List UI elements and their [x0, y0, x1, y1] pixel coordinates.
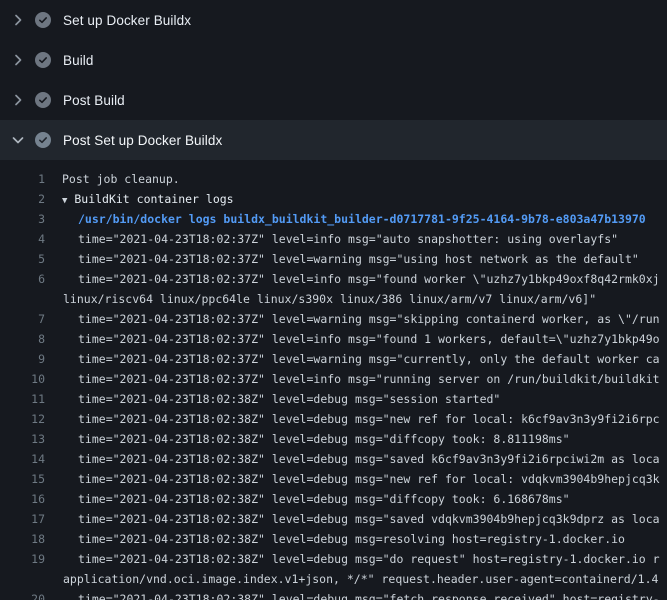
log-message: time="2021-04-23T18:02:37Z" level=info m…	[45, 269, 660, 289]
line-number[interactable]: 19	[0, 549, 45, 569]
workflow-log-viewer: Set up Docker Buildx Build Post Build	[0, 0, 667, 600]
log-line: application/vnd.oci.image.index.v1+json,…	[0, 569, 667, 589]
log-message: time="2021-04-23T18:02:38Z" level=debug …	[45, 409, 660, 429]
log-line: 4time="2021-04-23T18:02:37Z" level=info …	[0, 229, 667, 249]
log-line: 12time="2021-04-23T18:02:38Z" level=debu…	[0, 409, 667, 429]
log-line: 5time="2021-04-23T18:02:37Z" level=warni…	[0, 249, 667, 269]
check-circle-icon	[35, 132, 51, 148]
group-expander-icon: ▼	[62, 196, 67, 206]
log-lines: 1Post job cleanup.2▼ BuildKit container …	[0, 169, 667, 600]
log-message: time="2021-04-23T18:02:37Z" level=info m…	[45, 229, 618, 249]
log-message: time="2021-04-23T18:02:37Z" level=info m…	[45, 329, 660, 349]
line-number[interactable]: 20	[0, 589, 45, 600]
check-circle-icon	[35, 12, 51, 28]
chevron-down-icon	[10, 132, 26, 148]
step-label: Set up Docker Buildx	[63, 13, 191, 28]
line-number[interactable]: 6	[0, 269, 45, 289]
log-line: linux/riscv64 linux/ppc64le linux/s390x …	[0, 289, 667, 309]
steps-panel: Set up Docker Buildx Build Post Build	[0, 0, 667, 160]
step-row-build[interactable]: Build	[0, 40, 667, 80]
log-line: 14time="2021-04-23T18:02:38Z" level=debu…	[0, 449, 667, 469]
step-row-set-up-docker-buildx[interactable]: Set up Docker Buildx	[0, 0, 667, 40]
chevron-right-icon	[10, 52, 26, 68]
log-line: 11time="2021-04-23T18:02:38Z" level=debu…	[0, 389, 667, 409]
log-message: Post job cleanup.	[45, 169, 180, 189]
step-label: Build	[63, 53, 94, 68]
log-line: 2▼ BuildKit container logs	[0, 189, 667, 209]
line-number[interactable]: 13	[0, 429, 45, 449]
log-line: 15time="2021-04-23T18:02:38Z" level=debu…	[0, 469, 667, 489]
step-row-post-set-up-docker-buildx[interactable]: Post Set up Docker Buildx	[0, 120, 667, 160]
log-line: 16time="2021-04-23T18:02:38Z" level=debu…	[0, 489, 667, 509]
log-message: time="2021-04-23T18:02:37Z" level=warnin…	[45, 249, 639, 269]
log-line: 7time="2021-04-23T18:02:37Z" level=warni…	[0, 309, 667, 329]
log-line: 6time="2021-04-23T18:02:37Z" level=info …	[0, 269, 667, 289]
log-panel: 1Post job cleanup.2▼ BuildKit container …	[0, 160, 667, 600]
line-number[interactable]: 14	[0, 449, 45, 469]
log-message: time="2021-04-23T18:02:38Z" level=debug …	[45, 429, 570, 449]
log-line: 13time="2021-04-23T18:02:38Z" level=debu…	[0, 429, 667, 449]
chevron-right-icon	[10, 12, 26, 28]
log-message: time="2021-04-23T18:02:37Z" level=info m…	[45, 369, 660, 389]
log-line: 20time="2021-04-23T18:02:38Z" level=debu…	[0, 589, 667, 600]
line-number[interactable]: 4	[0, 229, 45, 249]
log-message: time="2021-04-23T18:02:38Z" level=debug …	[45, 509, 660, 529]
log-message: linux/riscv64 linux/ppc64le linux/s390x …	[45, 289, 596, 309]
check-circle-icon	[35, 52, 51, 68]
log-line: 8time="2021-04-23T18:02:37Z" level=info …	[0, 329, 667, 349]
log-line: 18time="2021-04-23T18:02:38Z" level=debu…	[0, 529, 667, 549]
line-number[interactable]: 16	[0, 489, 45, 509]
log-message: time="2021-04-23T18:02:38Z" level=debug …	[45, 589, 660, 600]
log-group-header[interactable]: ▼ BuildKit container logs	[45, 189, 234, 209]
log-line: 1Post job cleanup.	[0, 169, 667, 189]
log-message: time="2021-04-23T18:02:38Z" level=debug …	[45, 389, 500, 409]
command-text: /usr/bin/docker logs buildx_buildkit_bui…	[45, 209, 646, 229]
log-message: time="2021-04-23T18:02:37Z" level=warnin…	[45, 309, 660, 329]
log-message: time="2021-04-23T18:02:38Z" level=debug …	[45, 549, 660, 569]
check-circle-icon	[35, 92, 51, 108]
line-number[interactable]: 10	[0, 369, 45, 389]
log-message: time="2021-04-23T18:02:38Z" level=debug …	[45, 469, 660, 489]
line-number[interactable]: 2	[0, 189, 45, 209]
line-number[interactable]: 8	[0, 329, 45, 349]
line-number[interactable]: 12	[0, 409, 45, 429]
line-number[interactable]: 17	[0, 509, 45, 529]
line-number[interactable]: 7	[0, 309, 45, 329]
log-line: 10time="2021-04-23T18:02:37Z" level=info…	[0, 369, 667, 389]
log-message: time="2021-04-23T18:02:38Z" level=debug …	[45, 449, 660, 469]
step-label: Post Set up Docker Buildx	[63, 133, 222, 148]
line-number[interactable]: 18	[0, 529, 45, 549]
line-number	[0, 289, 45, 309]
line-number[interactable]: 3	[0, 209, 45, 229]
line-number[interactable]: 9	[0, 349, 45, 369]
line-number[interactable]: 5	[0, 249, 45, 269]
chevron-right-icon	[10, 92, 26, 108]
log-message: time="2021-04-23T18:02:37Z" level=warnin…	[45, 349, 660, 369]
log-line: 19time="2021-04-23T18:02:38Z" level=debu…	[0, 549, 667, 569]
line-number[interactable]: 11	[0, 389, 45, 409]
log-line: 17time="2021-04-23T18:02:38Z" level=debu…	[0, 509, 667, 529]
step-row-post-build[interactable]: Post Build	[0, 80, 667, 120]
line-number	[0, 569, 45, 589]
line-number[interactable]: 15	[0, 469, 45, 489]
step-label: Post Build	[63, 93, 125, 108]
log-message: time="2021-04-23T18:02:38Z" level=debug …	[45, 529, 625, 549]
log-message: time="2021-04-23T18:02:38Z" level=debug …	[45, 489, 570, 509]
line-number[interactable]: 1	[0, 169, 45, 189]
log-line: 3/usr/bin/docker logs buildx_buildkit_bu…	[0, 209, 667, 229]
log-line: 9time="2021-04-23T18:02:37Z" level=warni…	[0, 349, 667, 369]
log-message: application/vnd.oci.image.index.v1+json,…	[45, 569, 658, 589]
